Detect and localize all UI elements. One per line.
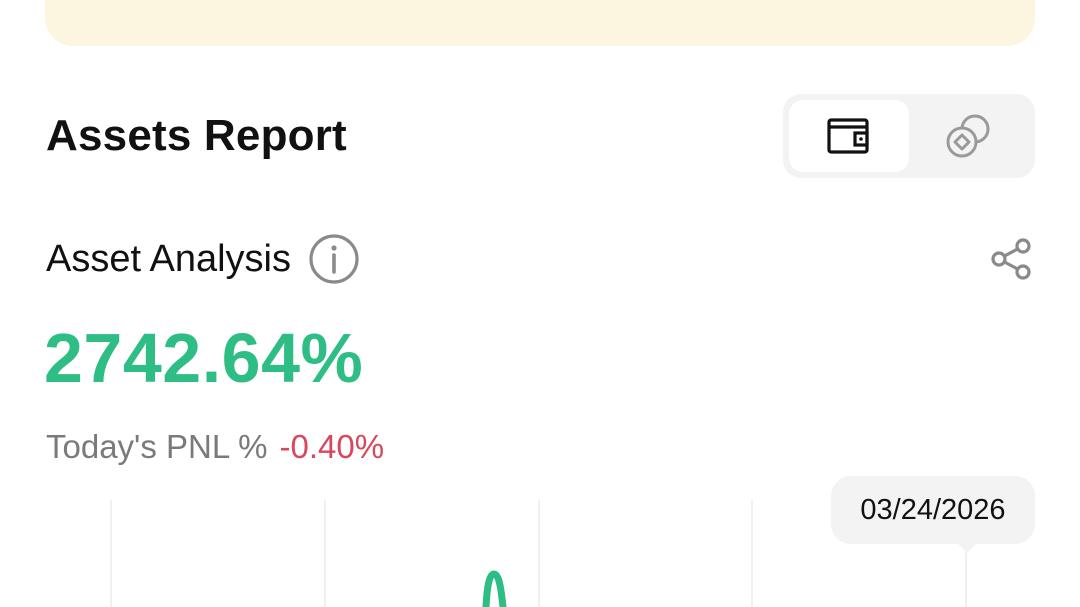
- chart-line: [482, 570, 507, 607]
- coins-icon: [946, 114, 990, 158]
- asset-analysis-header: Asset Analysis: [46, 230, 361, 288]
- view-toggle: [783, 94, 1035, 178]
- share-icon[interactable]: [988, 236, 1034, 282]
- page-title: Assets Report: [46, 111, 347, 160]
- coins-view-button[interactable]: [909, 100, 1029, 172]
- today-pnl: Today's PNL % -0.40%: [46, 426, 384, 468]
- asset-analysis-label: Asset Analysis: [46, 238, 291, 280]
- chart-tooltip-date: 03/24/2026: [831, 476, 1035, 544]
- notice-banner[interactable]: [45, 0, 1035, 46]
- chart-tooltip-arrow: [957, 543, 977, 553]
- today-pnl-label: Today's PNL %: [46, 428, 268, 465]
- wallet-view-button[interactable]: [789, 100, 909, 172]
- today-pnl-value: -0.40%: [279, 428, 385, 465]
- total-return-percent: 2742.64%: [44, 319, 364, 397]
- wallet-icon: [827, 118, 869, 154]
- info-icon[interactable]: [307, 232, 361, 286]
